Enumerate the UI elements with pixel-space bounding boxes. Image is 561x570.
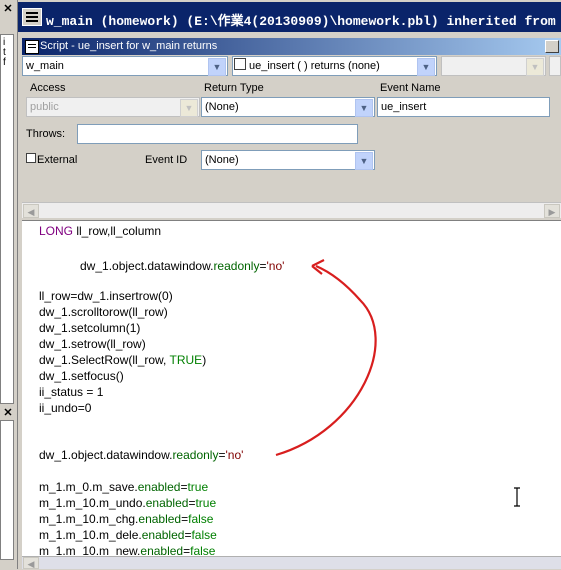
annotation-arrow xyxy=(275,259,377,457)
scroll-left-icon[interactable]: ◀ xyxy=(23,557,39,569)
editor-horizontal-scrollbar[interactable]: ◀ xyxy=(22,556,561,569)
